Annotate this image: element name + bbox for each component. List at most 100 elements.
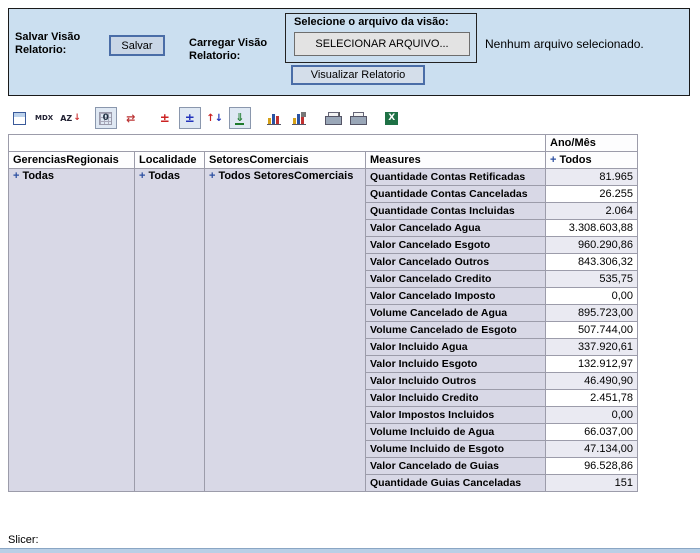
- excel-icon: X: [385, 112, 398, 125]
- value-cell: 0,00: [546, 288, 638, 305]
- dim-header-gerencias: GerenciasRegionais: [9, 152, 135, 169]
- value-cell: 0,00: [546, 407, 638, 424]
- print-icon: [350, 112, 365, 125]
- measure-label-cell: Quantidade Contas Canceladas: [366, 186, 546, 203]
- value-cell: 535,75: [546, 271, 638, 288]
- row-member-cell: +Todos SetoresComerciais: [205, 169, 366, 492]
- slicer-label: Slicer:: [8, 534, 39, 546]
- table-row: +Todas+Todas+Todos SetoresComerciaisQuan…: [9, 169, 638, 186]
- configure-print-button[interactable]: [322, 107, 344, 129]
- column-dimension-label: Ano/Mês: [550, 137, 596, 149]
- up-down-icon: [206, 113, 223, 124]
- value-cell: 2.451,78: [546, 390, 638, 407]
- value-cell: 843.306,32: [546, 254, 638, 271]
- measure-label-cell: Volume Cancelado de Agua: [366, 305, 546, 322]
- column-member-header: +Todos: [546, 152, 638, 169]
- value-cell: 47.134,00: [546, 441, 638, 458]
- file-status-text: Nenhum arquivo selecionado.: [485, 37, 644, 51]
- value-cell: 895.723,00: [546, 305, 638, 322]
- value-cell: 2.064: [546, 203, 638, 220]
- pivot-table: Ano/Mês GerenciasRegionais Localidade Se…: [8, 134, 638, 492]
- drill-through-button[interactable]: ⇓: [229, 107, 251, 129]
- measure-label-cell: Valor Cancelado Agua: [366, 220, 546, 237]
- row-member-cell: +Todas: [135, 169, 205, 492]
- drill-position-button[interactable]: ±: [179, 107, 201, 129]
- member-label: Todas: [22, 170, 54, 182]
- sort-icon: AZ: [60, 113, 81, 123]
- expand-icon[interactable]: +: [209, 170, 215, 182]
- value-cell: 81.965: [546, 169, 638, 186]
- dim-header-localidade: Localidade: [135, 152, 205, 169]
- column-member-label: Todos: [559, 154, 591, 166]
- file-selection-label: Selecione o arquivo da visão:: [294, 16, 449, 28]
- row-member-cell: +Todas: [9, 169, 135, 492]
- measure-label-cell: Quantidade Guias Canceladas: [366, 475, 546, 492]
- save-view-label: Salvar Visão Relatorio:: [15, 31, 80, 57]
- export-excel-button[interactable]: X: [381, 107, 403, 129]
- value-cell: 132.912,97: [546, 356, 638, 373]
- print-pdf-button[interactable]: [347, 107, 369, 129]
- dimension-header-row: GerenciasRegionais Localidade SetoresCom…: [9, 152, 638, 169]
- value-cell: 3.308.603,88: [546, 220, 638, 237]
- measure-label-cell: Valor Cancelado de Guias: [366, 458, 546, 475]
- member-label: Todas: [148, 170, 180, 182]
- column-dimension-header: Ano/Mês: [546, 135, 638, 152]
- corner-row: Ano/Mês: [9, 135, 638, 152]
- member-label: Todos SetoresComerciais: [218, 170, 353, 182]
- show-empty-cells-button[interactable]: 0: [95, 107, 117, 129]
- measure-label-cell: Valor Cancelado Credito: [366, 271, 546, 288]
- swap-axes-button[interactable]: ⇄: [120, 107, 142, 129]
- view-report-button[interactable]: Visualizar Relatorio: [291, 65, 425, 85]
- save-button[interactable]: Salvar: [109, 35, 165, 56]
- print-config-icon: [325, 112, 340, 125]
- measure-label-cell: Volume Cancelado de Esgoto: [366, 322, 546, 339]
- cube-icon: [13, 112, 26, 125]
- value-cell: 96.528,86: [546, 458, 638, 475]
- mdx-editor-button[interactable]: MDX: [33, 107, 55, 129]
- measures-body: +Todas+Todas+Todos SetoresComerciaisQuan…: [9, 169, 638, 492]
- corner-blank-cell: [9, 135, 546, 152]
- configure-chart-button[interactable]: [288, 107, 310, 129]
- dim-header-measures: Measures: [366, 152, 546, 169]
- drill-member-button[interactable]: ±: [154, 107, 176, 129]
- chart-config-icon: [292, 112, 306, 125]
- bottom-divider: [0, 548, 700, 553]
- load-view-label: Carregar Visão Relatorio:: [189, 37, 267, 63]
- value-cell: 151: [546, 475, 638, 492]
- measure-label-cell: Valor Cancelado Outros: [366, 254, 546, 271]
- file-selection-box: Selecione o arquivo da visão: SELECIONAR…: [285, 13, 477, 63]
- measure-label-cell: Volume Incluido de Esgoto: [366, 441, 546, 458]
- report-view-panel: Salvar Visão Relatorio: Salvar Carregar …: [8, 8, 690, 96]
- chart-icon: [267, 112, 281, 125]
- drill-through-icon: ⇓: [235, 112, 244, 125]
- plus-blue-icon: ±: [185, 111, 195, 125]
- app-window: Salvar Visão Relatorio: Salvar Carregar …: [0, 0, 700, 553]
- measure-label-cell: Valor Impostos Incluidos: [366, 407, 546, 424]
- measure-label-cell: Valor Cancelado Esgoto: [366, 237, 546, 254]
- measure-label-cell: Valor Cancelado Imposto: [366, 288, 546, 305]
- value-cell: 66.037,00: [546, 424, 638, 441]
- measure-label-cell: Valor Incluido Outros: [366, 373, 546, 390]
- measure-label-cell: Valor Incluido Agua: [366, 339, 546, 356]
- expand-icon[interactable]: +: [550, 154, 556, 166]
- measure-label-cell: Volume Incluido de Agua: [366, 424, 546, 441]
- value-cell: 337.920,61: [546, 339, 638, 356]
- measure-label-cell: Quantidade Contas Retificadas: [366, 169, 546, 186]
- drill-replace-button[interactable]: [204, 107, 226, 129]
- expand-icon[interactable]: +: [13, 170, 19, 182]
- sort-button[interactable]: AZ: [58, 107, 83, 129]
- zero-grid-icon: 0: [99, 112, 112, 125]
- olap-navigator-button[interactable]: [8, 107, 30, 129]
- value-cell: 960.290,86: [546, 237, 638, 254]
- measure-label-cell: Quantidade Contas Incluidas: [366, 203, 546, 220]
- value-cell: 26.255: [546, 186, 638, 203]
- show-chart-button[interactable]: [263, 107, 285, 129]
- mdx-icon: MDX: [35, 114, 53, 122]
- expand-icon[interactable]: +: [139, 170, 145, 182]
- plus-red-icon: ±: [160, 111, 170, 125]
- swap-icon: ⇄: [126, 112, 135, 125]
- value-cell: 46.490,90: [546, 373, 638, 390]
- select-file-button[interactable]: SELECIONAR ARQUIVO...: [294, 32, 470, 56]
- measure-label-cell: Valor Incluido Credito: [366, 390, 546, 407]
- dim-header-setores: SetoresComerciais: [205, 152, 366, 169]
